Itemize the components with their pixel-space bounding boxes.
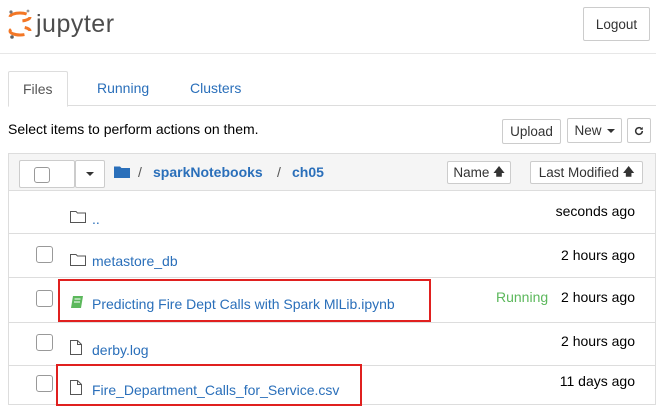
select-all-checkbox[interactable]: [34, 167, 50, 183]
chevron-down-icon: [86, 172, 94, 176]
brand-name: jupyter: [36, 9, 115, 38]
jupyter-logo[interactable]: jupyter: [8, 6, 115, 42]
folder-icon: [70, 211, 86, 223]
select-all-box[interactable]: [19, 160, 75, 188]
upload-button[interactable]: Upload: [502, 119, 561, 144]
refresh-icon: [634, 126, 644, 135]
sort-by-modified-button[interactable]: Last Modified 🡅: [530, 161, 643, 184]
row-checkbox[interactable]: [36, 375, 53, 392]
file-modified: 2 hours ago: [561, 247, 635, 263]
row-checkbox[interactable]: [36, 334, 53, 351]
file-modified: seconds ago: [555, 203, 635, 219]
list-item[interactable]: .. seconds ago: [9, 192, 655, 234]
tab-running[interactable]: Running: [83, 71, 163, 106]
tab-clusters[interactable]: Clusters: [176, 71, 255, 106]
row-checkbox[interactable]: [36, 246, 53, 263]
list-item[interactable]: metastore_db 2 hours ago: [9, 235, 655, 278]
row-checkbox[interactable]: [36, 290, 53, 307]
logout-button[interactable]: Logout: [583, 7, 650, 41]
highlight-box-notebook: [58, 279, 431, 322]
highlight-box-csv: [56, 364, 362, 406]
breadcrumb-sparknotebooks[interactable]: sparkNotebooks: [153, 164, 263, 180]
breadcrumb-ch05[interactable]: ch05: [292, 164, 324, 180]
new-button[interactable]: New: [567, 118, 622, 143]
tab-bar: Files Running Clusters: [8, 71, 656, 107]
select-dropdown-button[interactable]: [75, 160, 105, 188]
breadcrumb-separator: /: [138, 164, 142, 180]
list-item[interactable]: derby.log 2 hours ago: [9, 324, 655, 366]
file-name[interactable]: metastore_db: [92, 253, 178, 269]
file-modified: 2 hours ago: [561, 333, 635, 349]
tab-files[interactable]: Files: [8, 71, 68, 107]
jupyter-logo-icon: [8, 9, 32, 39]
instructions-text: Select items to perform actions on them.: [8, 121, 259, 137]
sort-modified-label: Last Modified: [538, 165, 619, 180]
new-button-label: New: [574, 123, 602, 138]
running-status: Running: [496, 289, 549, 305]
arrow-up-icon: 🡅: [493, 166, 505, 178]
folder-home-icon[interactable]: [114, 165, 130, 178]
refresh-button[interactable]: [627, 118, 651, 143]
breadcrumb-separator: /: [277, 164, 281, 180]
arrow-up-icon: 🡅: [622, 166, 635, 178]
header: jupyter Logout: [0, 0, 656, 50]
file-name[interactable]: derby.log: [92, 342, 149, 358]
sort-by-name-button[interactable]: Name 🡅: [447, 161, 511, 184]
file-list-header: / sparkNotebooks / ch05 Name 🡅 Last Modi…: [9, 154, 655, 191]
chevron-down-icon: [606, 128, 615, 133]
file-name[interactable]: ..: [92, 211, 100, 227]
sort-name-label: Name: [453, 165, 490, 180]
file-modified: 2 hours ago: [561, 289, 635, 305]
file-icon: [70, 340, 82, 355]
folder-icon: [70, 254, 86, 266]
file-modified: 11 days ago: [559, 373, 635, 389]
header-divider: [0, 53, 656, 54]
